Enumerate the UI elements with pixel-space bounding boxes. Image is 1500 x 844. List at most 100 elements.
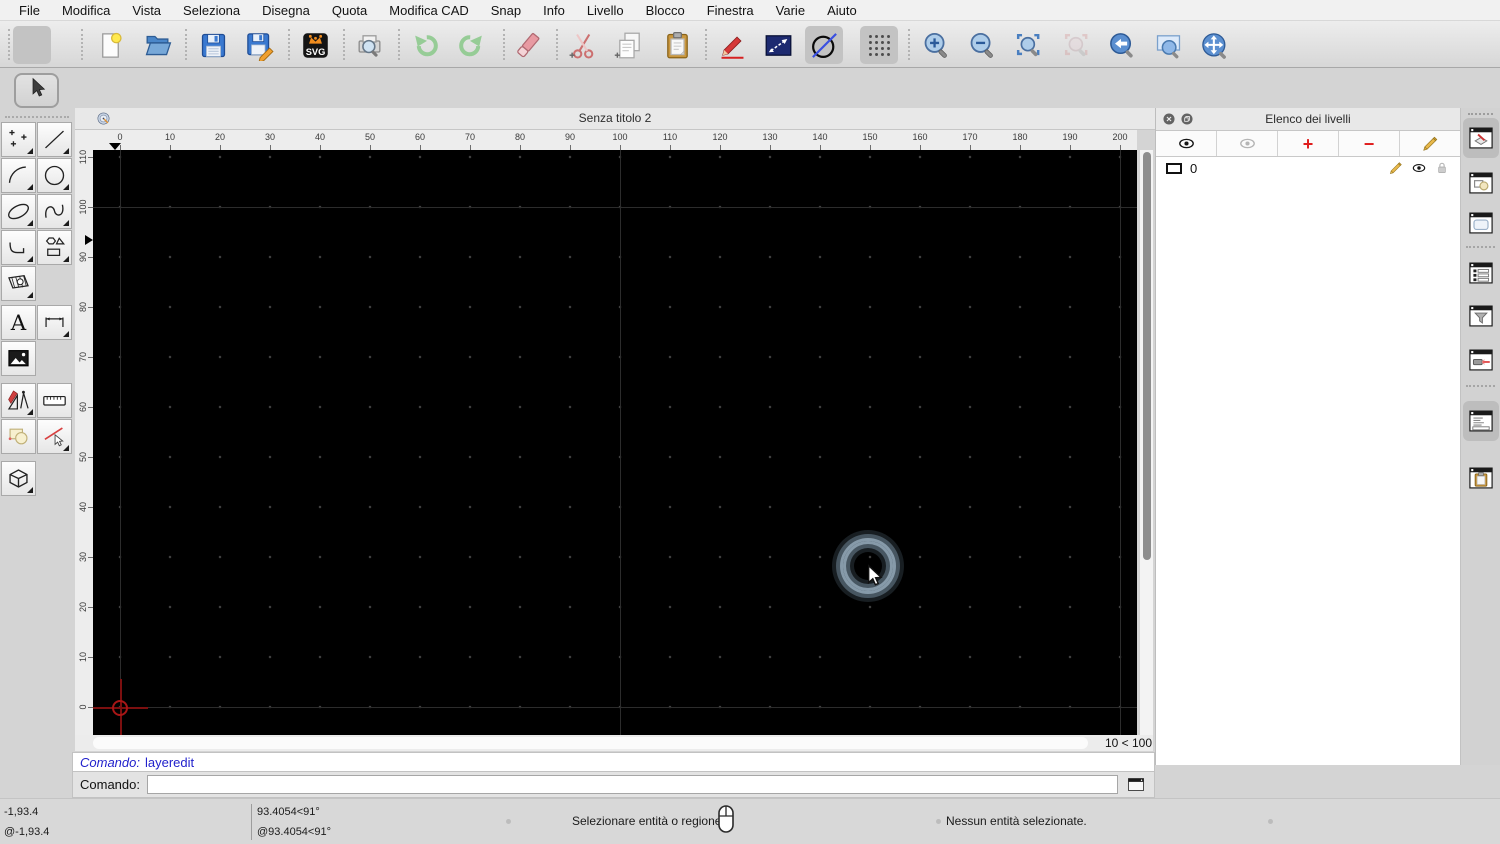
command-history-value: layeredit — [144, 754, 195, 770]
circle-tool-button[interactable] — [37, 158, 72, 193]
text-tool-button[interactable]: A — [1, 305, 36, 340]
document-titlebar[interactable]: Senza titolo 2 — [75, 108, 1155, 130]
spline-tool-button[interactable] — [37, 194, 72, 229]
new-file-button[interactable] — [91, 26, 129, 64]
menu-snap[interactable]: Snap — [480, 3, 532, 18]
menu-vista[interactable]: Vista — [121, 3, 172, 18]
dock-clipboard-toggle[interactable] — [1463, 458, 1499, 498]
selection-tool-button[interactable] — [14, 73, 59, 108]
copy-button[interactable] — [610, 26, 648, 64]
layer-row[interactable]: 0 — [1156, 157, 1460, 179]
h-ruler-label: 190 — [1062, 132, 1078, 142]
zoom-in-button[interactable] — [917, 26, 955, 64]
dock-selection-filter-toggle[interactable] — [1463, 296, 1499, 336]
line-tool-button[interactable] — [37, 122, 72, 157]
modify-line-tool-button[interactable] — [37, 419, 72, 454]
show-all-layers-button[interactable] — [1156, 131, 1217, 156]
delete-eraser-button[interactable] — [508, 26, 546, 64]
polygon-tool-button[interactable] — [37, 230, 72, 265]
h-ruler-label: 40 — [314, 132, 326, 142]
arc-tool-button[interactable] — [1, 158, 36, 193]
zoom-out-button[interactable] — [963, 26, 1001, 64]
menu-blocco[interactable]: Blocco — [635, 3, 696, 18]
menu-modifica-cad[interactable]: Modifica CAD — [378, 3, 479, 18]
ellipse-tool-button[interactable] — [1, 194, 36, 229]
measure-tool-button[interactable] — [37, 383, 72, 418]
drawing-canvas[interactable] — [93, 150, 1137, 735]
menu-seleziona[interactable]: Seleziona — [172, 3, 251, 18]
palette-drag-handle[interactable] — [5, 116, 69, 118]
save-as-button[interactable] — [240, 26, 278, 64]
layer-color-swatch[interactable] — [1166, 162, 1182, 174]
horizontal-scrollbar-thumb[interactable] — [93, 737, 1088, 749]
dock-drag-handle[interactable] — [1468, 113, 1493, 115]
pen-edit-button[interactable] — [713, 26, 751, 64]
menu-info[interactable]: Info — [532, 3, 576, 18]
remove-layer-button[interactable]: − — [1339, 131, 1400, 156]
select-entities-tool-button[interactable] — [1, 419, 36, 454]
save-button[interactable] — [194, 26, 232, 64]
hatch-tool-button[interactable] — [1, 266, 36, 301]
draft-tool-button[interactable] — [1, 383, 36, 418]
paste-button[interactable] — [658, 26, 696, 64]
vertical-scrollbar-thumb[interactable] — [1143, 152, 1151, 560]
layer-lock-icon[interactable] — [1434, 160, 1450, 176]
grid-major-line-vertical — [620, 150, 621, 735]
toggle-hidden-layers-button[interactable] — [1217, 131, 1278, 156]
zoom-back-button[interactable] — [1103, 26, 1141, 64]
menu-varie[interactable]: Varie — [765, 3, 816, 18]
cut-button[interactable] — [564, 26, 602, 64]
solid-tool-button[interactable] — [1, 461, 36, 496]
absolute-polar-coordinate: 93.4054<91° — [257, 806, 320, 818]
layer-name: 0 — [1190, 160, 1198, 176]
command-input-row: Comando: — [72, 772, 1155, 798]
select-pointer-button[interactable] — [13, 26, 51, 64]
edit-layer-icon[interactable] — [1388, 160, 1404, 176]
edit-layer-button[interactable] — [1400, 131, 1460, 156]
horizontal-scrollbar[interactable] — [75, 735, 1153, 751]
menu-finestra[interactable]: Finestra — [696, 3, 765, 18]
dimension-tool-button[interactable] — [37, 305, 72, 340]
h-ruler-cursor-marker — [109, 143, 121, 150]
menu-quota[interactable]: Quota — [321, 3, 378, 18]
dimension-box-button[interactable] — [759, 26, 797, 64]
points-tool-button[interactable] — [1, 122, 36, 157]
redo-button[interactable] — [452, 26, 490, 64]
dock-laser-pointer-toggle[interactable] — [1463, 340, 1499, 380]
polyline-tool-button[interactable] — [1, 230, 36, 265]
origin-circle — [112, 700, 128, 716]
vertical-ruler: 0 10 20 30 40 50 60 70 80 90 100 110 — [75, 150, 93, 735]
print-preview-button[interactable] — [350, 26, 388, 64]
menu-modifica[interactable]: Modifica — [51, 3, 121, 18]
menu-aiuto[interactable]: Aiuto — [816, 3, 868, 18]
circle-diagonal-button[interactable] — [805, 26, 843, 64]
vertical-scrollbar[interactable] — [1139, 150, 1153, 735]
dock-layer-list-toggle[interactable] — [1463, 118, 1499, 158]
close-panel-button[interactable] — [1162, 112, 1176, 126]
dock-library-browser-toggle[interactable] — [1463, 203, 1499, 243]
zoom-pan-button[interactable] — [1195, 26, 1233, 64]
dock-block-list-toggle[interactable] — [1463, 163, 1499, 203]
menu-disegna[interactable]: Disegna — [251, 3, 321, 18]
menu-file[interactable]: File — [8, 3, 51, 18]
svg-text:A: A — [10, 311, 27, 336]
grid-toggle-button[interactable] — [860, 26, 898, 64]
detach-command-window-button[interactable] — [1125, 775, 1149, 795]
open-file-button[interactable] — [138, 26, 176, 64]
add-layer-button[interactable]: + — [1278, 131, 1339, 156]
export-svg-button[interactable]: SVG — [296, 26, 334, 64]
grid-major-line-horizontal — [93, 207, 1137, 208]
float-panel-button[interactable] — [1180, 112, 1194, 126]
zoom-window-button[interactable] — [1149, 26, 1187, 64]
dock-command-history-toggle[interactable] — [1463, 401, 1499, 441]
command-input[interactable] — [146, 775, 1118, 794]
menu-livello[interactable]: Livello — [576, 3, 635, 18]
layer-visibility-icon[interactable] — [1411, 160, 1427, 176]
image-tool-button[interactable] — [1, 341, 36, 376]
zoom-auto-button[interactable] — [1009, 26, 1047, 64]
horizontal-ruler: 0 10 20 30 40 50 60 70 80 90 100 110 120 130 140 150 160… — [93, 130, 1137, 150]
zoom-previous-button[interactable] — [1057, 26, 1095, 64]
h-ruler-label: 50 — [364, 132, 376, 142]
undo-button[interactable] — [406, 26, 444, 64]
dock-property-editor-toggle[interactable] — [1463, 253, 1499, 293]
